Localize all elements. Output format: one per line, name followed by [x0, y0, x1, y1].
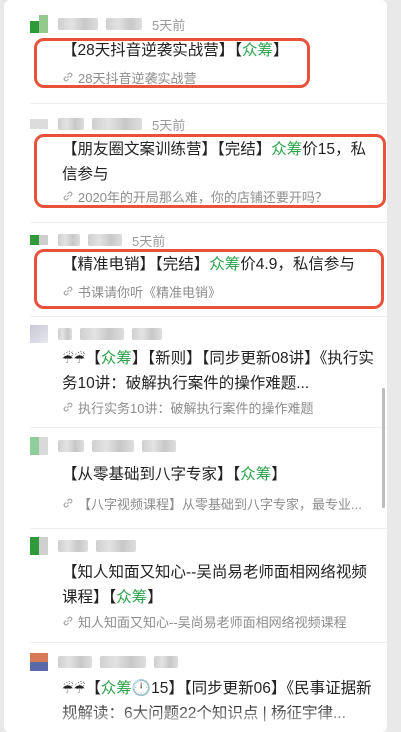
avatar[interactable] [30, 15, 48, 33]
post-meta: 5天前 [30, 14, 185, 34]
post-title[interactable]: 【朋友圈文案训练营】【完结】众筹价15，私信参与 [62, 137, 374, 187]
blurred-username [96, 540, 136, 552]
avatar[interactable] [30, 537, 48, 555]
moments-feed: 5天前 【28天抖音逆袭实战营】【众筹】 28天抖音逆袭实战营 5天前 【朋友圈… [4, 0, 387, 732]
post-source-link[interactable]: 知人知面又知心--吴尚易老师面相网络视频课程 [62, 612, 382, 630]
bottom-fade [4, 704, 387, 732]
blurred-username [58, 440, 84, 452]
link-icon [63, 498, 73, 508]
post-time: 5天前 [152, 17, 186, 33]
link-icon [63, 402, 73, 412]
blurred-username [58, 328, 72, 340]
feed-post[interactable]: 【从零基础到八字专家】【众筹】 【八字视频课程】从零基础到八字专家，最专业... [4, 436, 387, 524]
post-title[interactable]: 【从零基础到八字专家】【众筹】 [62, 462, 374, 487]
blurred-username [154, 656, 178, 668]
post-time: 5天前 [132, 233, 166, 249]
post-meta [30, 536, 144, 556]
feed-post[interactable]: ☔☔【众筹】【新则】【同步更新08讲】《执行实务10讲：破解执行案件的操作难题.… [4, 324, 387, 424]
post-meta: 5天前 [30, 114, 185, 134]
feed-post[interactable]: 【知人知面又知心--吴尚易老师面相网络视频课程】【众筹】 知人知面又知心--吴尚… [4, 536, 387, 636]
link-icon [63, 286, 73, 296]
post-meta [30, 652, 186, 672]
feed-post[interactable]: 5天前 【精准电销】【完结】众筹价4.9，私信参与 书课请你听《精准电销》 [4, 230, 387, 310]
post-source-link[interactable]: 书课请你听《精准电销》 [62, 282, 382, 300]
blurred-username [58, 118, 84, 130]
divider [30, 528, 387, 529]
blurred-username [142, 440, 176, 452]
blurred-username [58, 540, 88, 552]
feed-post[interactable]: 5天前 【朋友圈文案训练营】【完结】众筹价15，私信参与 2020年的开局那么难… [4, 114, 387, 214]
divider [30, 642, 387, 643]
blurred-username [132, 328, 162, 340]
blurred-username [88, 234, 122, 246]
link-icon [63, 72, 73, 82]
blurred-username [106, 18, 142, 30]
blurred-username [92, 440, 134, 452]
umbrella-icon: ☔☔ [62, 681, 86, 696]
post-meta [30, 436, 184, 456]
post-title[interactable]: ☔☔【众筹】【新则】【同步更新08讲】《执行实务10讲：破解执行案件的操作难题.… [62, 346, 374, 396]
blurred-username [58, 656, 92, 668]
divider [30, 316, 387, 317]
link-icon [63, 616, 73, 626]
post-title[interactable]: 【精准电销】【完结】众筹价4.9，私信参与 [62, 252, 374, 277]
post-title[interactable]: 【知人知面又知心--吴尚易老师面相网络视频课程】【众筹】 [62, 560, 374, 610]
blurred-username [80, 328, 124, 340]
blurred-username [100, 656, 146, 668]
avatar[interactable] [30, 115, 48, 133]
divider [30, 427, 387, 428]
feed-post[interactable]: 5天前 【28天抖音逆袭实战营】【众筹】 28天抖音逆袭实战营 [4, 14, 387, 90]
link-icon [63, 191, 73, 201]
umbrella-icon: ☔☔ [62, 351, 86, 366]
post-title[interactable]: 【28天抖音逆袭实战营】【众筹】 [62, 38, 374, 63]
scrollbar[interactable] [382, 388, 385, 508]
post-time: 5天前 [152, 117, 186, 133]
post-meta [30, 324, 170, 344]
divider [30, 222, 387, 223]
blurred-username [58, 234, 80, 246]
avatar[interactable] [30, 231, 48, 249]
blurred-username [92, 118, 142, 130]
blurred-username [58, 18, 98, 30]
post-source-link[interactable]: 2020年的开局那么难，你的店铺还要开吗？ [62, 187, 382, 205]
divider [30, 103, 387, 104]
post-meta: 5天前 [30, 230, 165, 250]
avatar[interactable] [30, 325, 48, 343]
avatar[interactable] [30, 653, 48, 671]
avatar[interactable] [30, 437, 48, 455]
post-source-link[interactable]: 执行实务10讲：破解执行案件的操作难题 [62, 398, 382, 416]
post-source-link[interactable]: 【八字视频课程】从零基础到八字专家，最专业... [62, 494, 382, 512]
post-source-link[interactable]: 28天抖音逆袭实战营 [62, 68, 382, 86]
